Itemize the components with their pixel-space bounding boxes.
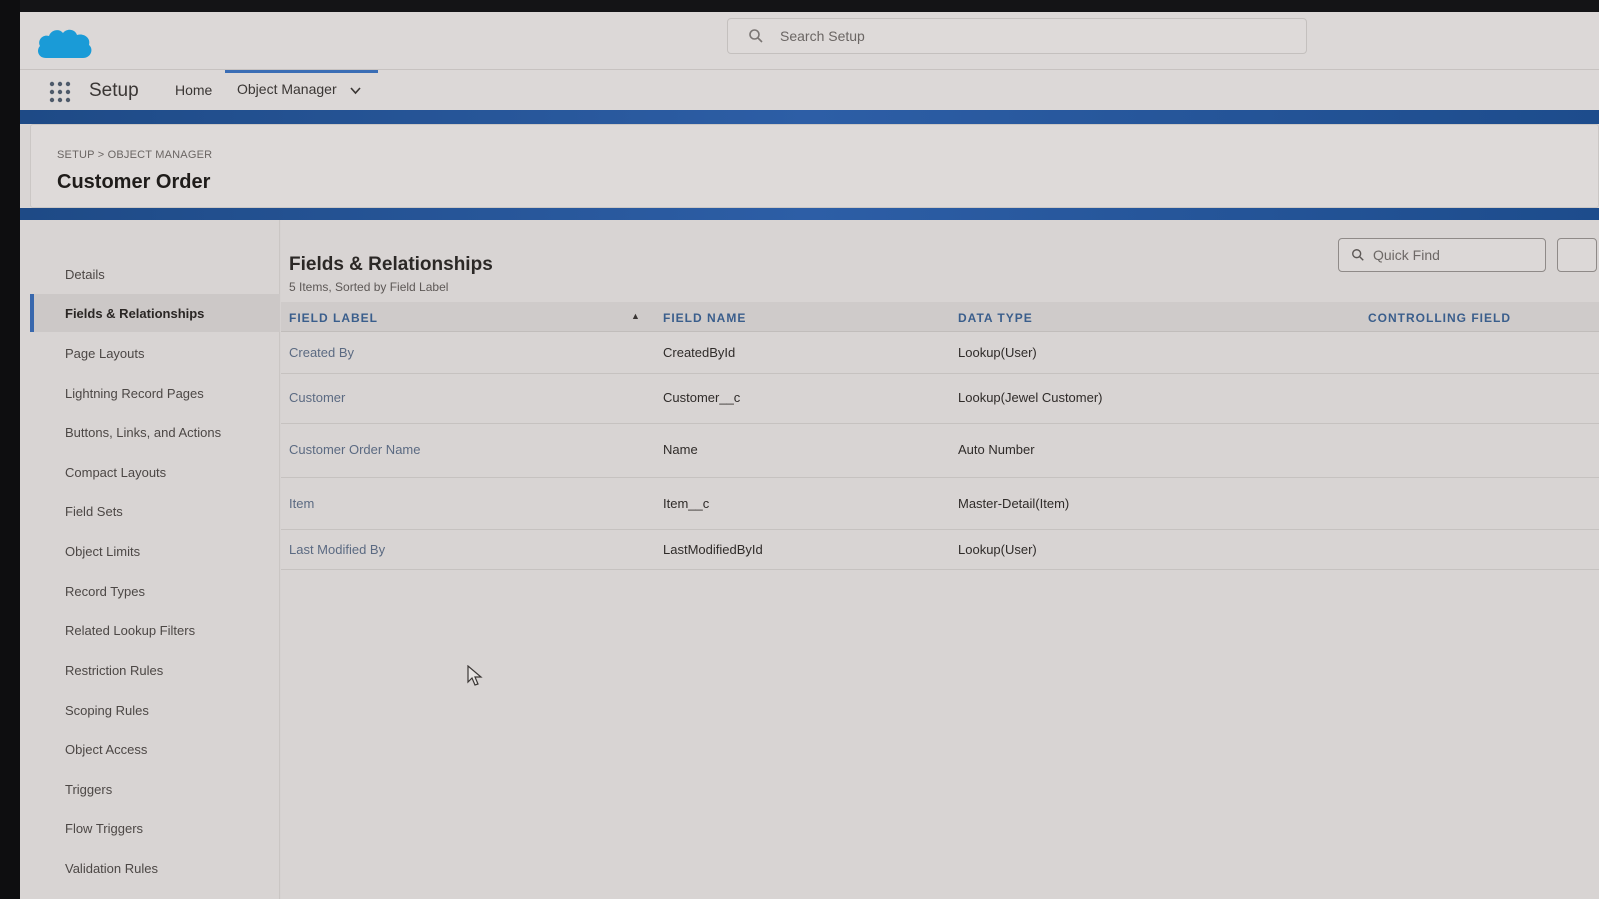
main-panel: Details Fields & Relationships Page Layo…	[30, 220, 1599, 899]
search-setup-input[interactable]: Search Setup	[727, 18, 1307, 54]
quick-find-placeholder: Quick Find	[1373, 247, 1440, 263]
brand-band-lower	[20, 208, 1599, 220]
sidebar-item-compact-layouts[interactable]: Compact Layouts	[30, 453, 280, 491]
brand-band	[20, 110, 1599, 124]
sidebar-item-triggers[interactable]: Triggers	[30, 770, 280, 808]
global-header: Search Setup	[20, 12, 1599, 70]
search-icon	[1352, 249, 1364, 261]
monitor-bezel-top	[0, 0, 1599, 12]
field-label-link[interactable]: Customer	[289, 390, 345, 405]
nav-tab-object-manager-label: Object Manager	[237, 81, 337, 97]
table-row: Customer Order Name Name Auto Number	[281, 424, 1599, 478]
table-header: FIELD LABEL ▲ FIELD NAME DATA TYPE CONTR…	[281, 302, 1599, 332]
table-row: Item Item__c Master-Detail(Item)	[281, 478, 1599, 530]
data-type-cell: Lookup(User)	[958, 345, 1037, 360]
data-type-cell: Lookup(Jewel Customer)	[958, 390, 1103, 405]
object-header: SETUP > OBJECT MANAGER Customer Order	[30, 124, 1599, 208]
screen: Search Setup Setup Home Object Manager S…	[20, 12, 1599, 899]
sidebar-item-validation-rules[interactable]: Validation Rules	[30, 849, 280, 887]
field-name-cell: Name	[663, 442, 698, 457]
fields-content: Fields & Relationships 5 Items, Sorted b…	[281, 220, 1599, 899]
context-nav: Setup Home Object Manager	[20, 70, 1599, 110]
sidebar-item-restriction-rules[interactable]: Restriction Rules	[30, 651, 280, 689]
app-name: Setup	[89, 80, 139, 101]
field-name-cell: LastModifiedById	[663, 542, 763, 557]
field-name-cell: Customer__c	[663, 390, 741, 405]
table-row: Created By CreatedById Lookup(User)	[281, 332, 1599, 374]
section-title: Fields & Relationships	[289, 254, 493, 275]
sort-ascending-icon[interactable]: ▲	[631, 311, 640, 321]
field-label-link[interactable]: Last Modified By	[289, 542, 385, 557]
nav-tab-home[interactable]: Home	[175, 82, 212, 98]
column-header-controlling-field[interactable]: CONTROLLING FIELD	[1368, 311, 1511, 325]
page-title: Customer Order	[57, 171, 211, 193]
column-header-field-label[interactable]: FIELD LABEL	[289, 311, 378, 325]
toolbar-button[interactable]	[1557, 238, 1597, 272]
sidebar-item-flow-triggers[interactable]: Flow Triggers	[30, 809, 280, 847]
column-header-data-type[interactable]: DATA TYPE	[958, 311, 1033, 325]
sidebar-item-field-sets[interactable]: Field Sets	[30, 492, 280, 530]
field-label-link[interactable]: Created By	[289, 345, 354, 360]
data-type-cell: Auto Number	[958, 442, 1035, 457]
search-icon	[749, 29, 763, 43]
object-sidebar: Details Fields & Relationships Page Layo…	[30, 220, 280, 899]
sidebar-item-related-lookup-filters[interactable]: Related Lookup Filters	[30, 611, 280, 649]
table-row: Customer Customer__c Lookup(Jewel Custom…	[281, 374, 1599, 424]
sidebar-item-object-limits[interactable]: Object Limits	[30, 532, 280, 570]
section-subtitle: 5 Items, Sorted by Field Label	[289, 280, 449, 294]
breadcrumb[interactable]: SETUP > OBJECT MANAGER	[57, 149, 212, 161]
data-type-cell: Master-Detail(Item)	[958, 496, 1070, 511]
table-row: Last Modified By LastModifiedById Lookup…	[281, 530, 1599, 570]
mouse-cursor-icon	[467, 665, 483, 686]
sidebar-item-record-types[interactable]: Record Types	[30, 572, 280, 610]
sidebar-item-details[interactable]: Details	[30, 255, 280, 293]
salesforce-logo-icon[interactable]	[34, 24, 96, 66]
monitor-bezel-left	[0, 0, 20, 899]
search-setup-placeholder: Search Setup	[780, 28, 865, 44]
sidebar-item-object-access[interactable]: Object Access	[30, 730, 280, 768]
nav-tab-object-manager[interactable]: Object Manager	[225, 70, 378, 110]
sidebar-item-fields-relationships[interactable]: Fields & Relationships	[30, 294, 280, 332]
sidebar-item-lightning-record-pages[interactable]: Lightning Record Pages	[30, 374, 280, 412]
sidebar-item-page-layouts[interactable]: Page Layouts	[30, 334, 280, 372]
field-label-link[interactable]: Customer Order Name	[289, 442, 420, 457]
sidebar-item-buttons-links-actions[interactable]: Buttons, Links, and Actions	[30, 413, 280, 451]
data-type-cell: Lookup(User)	[958, 542, 1037, 557]
column-header-field-name[interactable]: FIELD NAME	[663, 311, 746, 325]
app-launcher-icon[interactable]	[48, 80, 72, 104]
quick-find-input[interactable]: Quick Find	[1338, 238, 1546, 272]
chevron-down-icon[interactable]	[349, 84, 362, 97]
sidebar-item-scoping-rules[interactable]: Scoping Rules	[30, 691, 280, 729]
field-name-cell: CreatedById	[663, 345, 736, 360]
field-name-cell: Item__c	[663, 496, 710, 511]
field-label-link[interactable]: Item	[289, 496, 314, 511]
